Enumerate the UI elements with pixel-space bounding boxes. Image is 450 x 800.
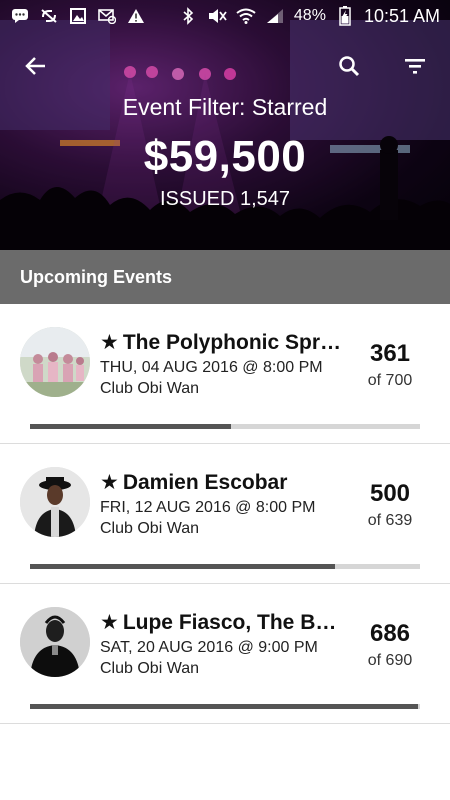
hero-overlay [0, 0, 450, 250]
event-date: FRI, 12 AUG 2016 @ 8:00 PM [100, 499, 316, 516]
tickets-sold: 500 [369, 480, 411, 507]
sales-progress-bar [30, 704, 420, 709]
clock: 10:51 AM [363, 5, 440, 26]
filter-button[interactable] [399, 50, 431, 82]
tickets-issued: ISSUED 1,547 [159, 188, 291, 210]
status-notifications [10, 7, 146, 25]
event-date: THU, 04 AUG 2016 @ 8:00 PM [100, 359, 323, 376]
event-venue: Club Obi Wan [100, 520, 199, 537]
message-icon [10, 7, 30, 25]
back-button[interactable] [20, 50, 52, 82]
event-avatar [20, 327, 90, 397]
event-title-text: Lupe Fiasco, The Bo… [122, 611, 345, 634]
sales-progress-bar [30, 424, 420, 429]
filter-list-icon [405, 59, 425, 74]
app-toolbar [0, 44, 450, 88]
event-title-text: Damien Escobar [122, 471, 288, 494]
sales-progress-bar [30, 564, 420, 569]
event-row[interactable]: ★ Lupe Fiasco, The Bo… SAT, 20 AUG 2016 @… [0, 584, 450, 724]
ticket-capacity: of 690 [367, 652, 413, 669]
total-revenue: $59,500 [143, 132, 307, 181]
arrow-back-icon [25, 57, 45, 75]
search-button[interactable] [333, 50, 365, 82]
sales-progress-fill [30, 424, 231, 429]
signal-icon [265, 7, 285, 25]
star-icon: ★ [100, 331, 119, 354]
status-bar: 48% 10:51 AM [0, 0, 450, 32]
sync-off-icon [39, 7, 59, 25]
bluetooth-icon [178, 7, 198, 25]
ticket-capacity: of 700 [367, 372, 413, 389]
sales-progress-fill [30, 704, 418, 709]
tickets-sold: 686 [369, 620, 411, 647]
status-system: 48% 10:51 AM [178, 6, 440, 27]
battery-percent: 48% [293, 7, 326, 24]
event-list: ★ The Polyphonic Spr… THU, 04 AUG 2016 @ … [0, 304, 450, 724]
ticket-capacity: of 639 [367, 512, 413, 529]
event-filter-label: Event Filter: Starred [122, 94, 328, 120]
event-title: ★ The Polyphonic Spr… [100, 330, 345, 355]
event-venue: Club Obi Wan [100, 660, 199, 677]
wifi-icon [236, 7, 256, 25]
search-icon [339, 56, 360, 77]
event-row[interactable]: ★ Damien Escobar FRI, 12 AUG 2016 @ 8:00 … [0, 444, 450, 584]
section-title: Upcoming Events [20, 266, 173, 287]
hero-banner [0, 0, 450, 250]
star-icon: ★ [100, 611, 119, 634]
upcoming-events-header: Upcoming Events [0, 250, 450, 304]
tickets-sold: 361 [369, 340, 411, 367]
email-icon [97, 7, 117, 25]
event-row[interactable]: ★ The Polyphonic Spr… THU, 04 AUG 2016 @ … [0, 304, 450, 444]
star-icon: ★ [100, 471, 119, 494]
event-title-text: The Polyphonic Spr… [122, 331, 342, 354]
event-venue: Club Obi Wan [100, 380, 199, 397]
sales-progress-fill [30, 564, 335, 569]
event-title: ★ Damien Escobar [100, 470, 345, 495]
warning-icon [126, 7, 146, 25]
event-title: ★ Lupe Fiasco, The Bo… [100, 610, 345, 635]
mute-icon [207, 7, 227, 25]
battery-icon [335, 6, 355, 26]
gallery-icon [68, 7, 88, 25]
event-avatar [20, 607, 90, 677]
event-date: SAT, 20 AUG 2016 @ 9:00 PM [100, 639, 318, 656]
event-avatar [20, 467, 90, 537]
